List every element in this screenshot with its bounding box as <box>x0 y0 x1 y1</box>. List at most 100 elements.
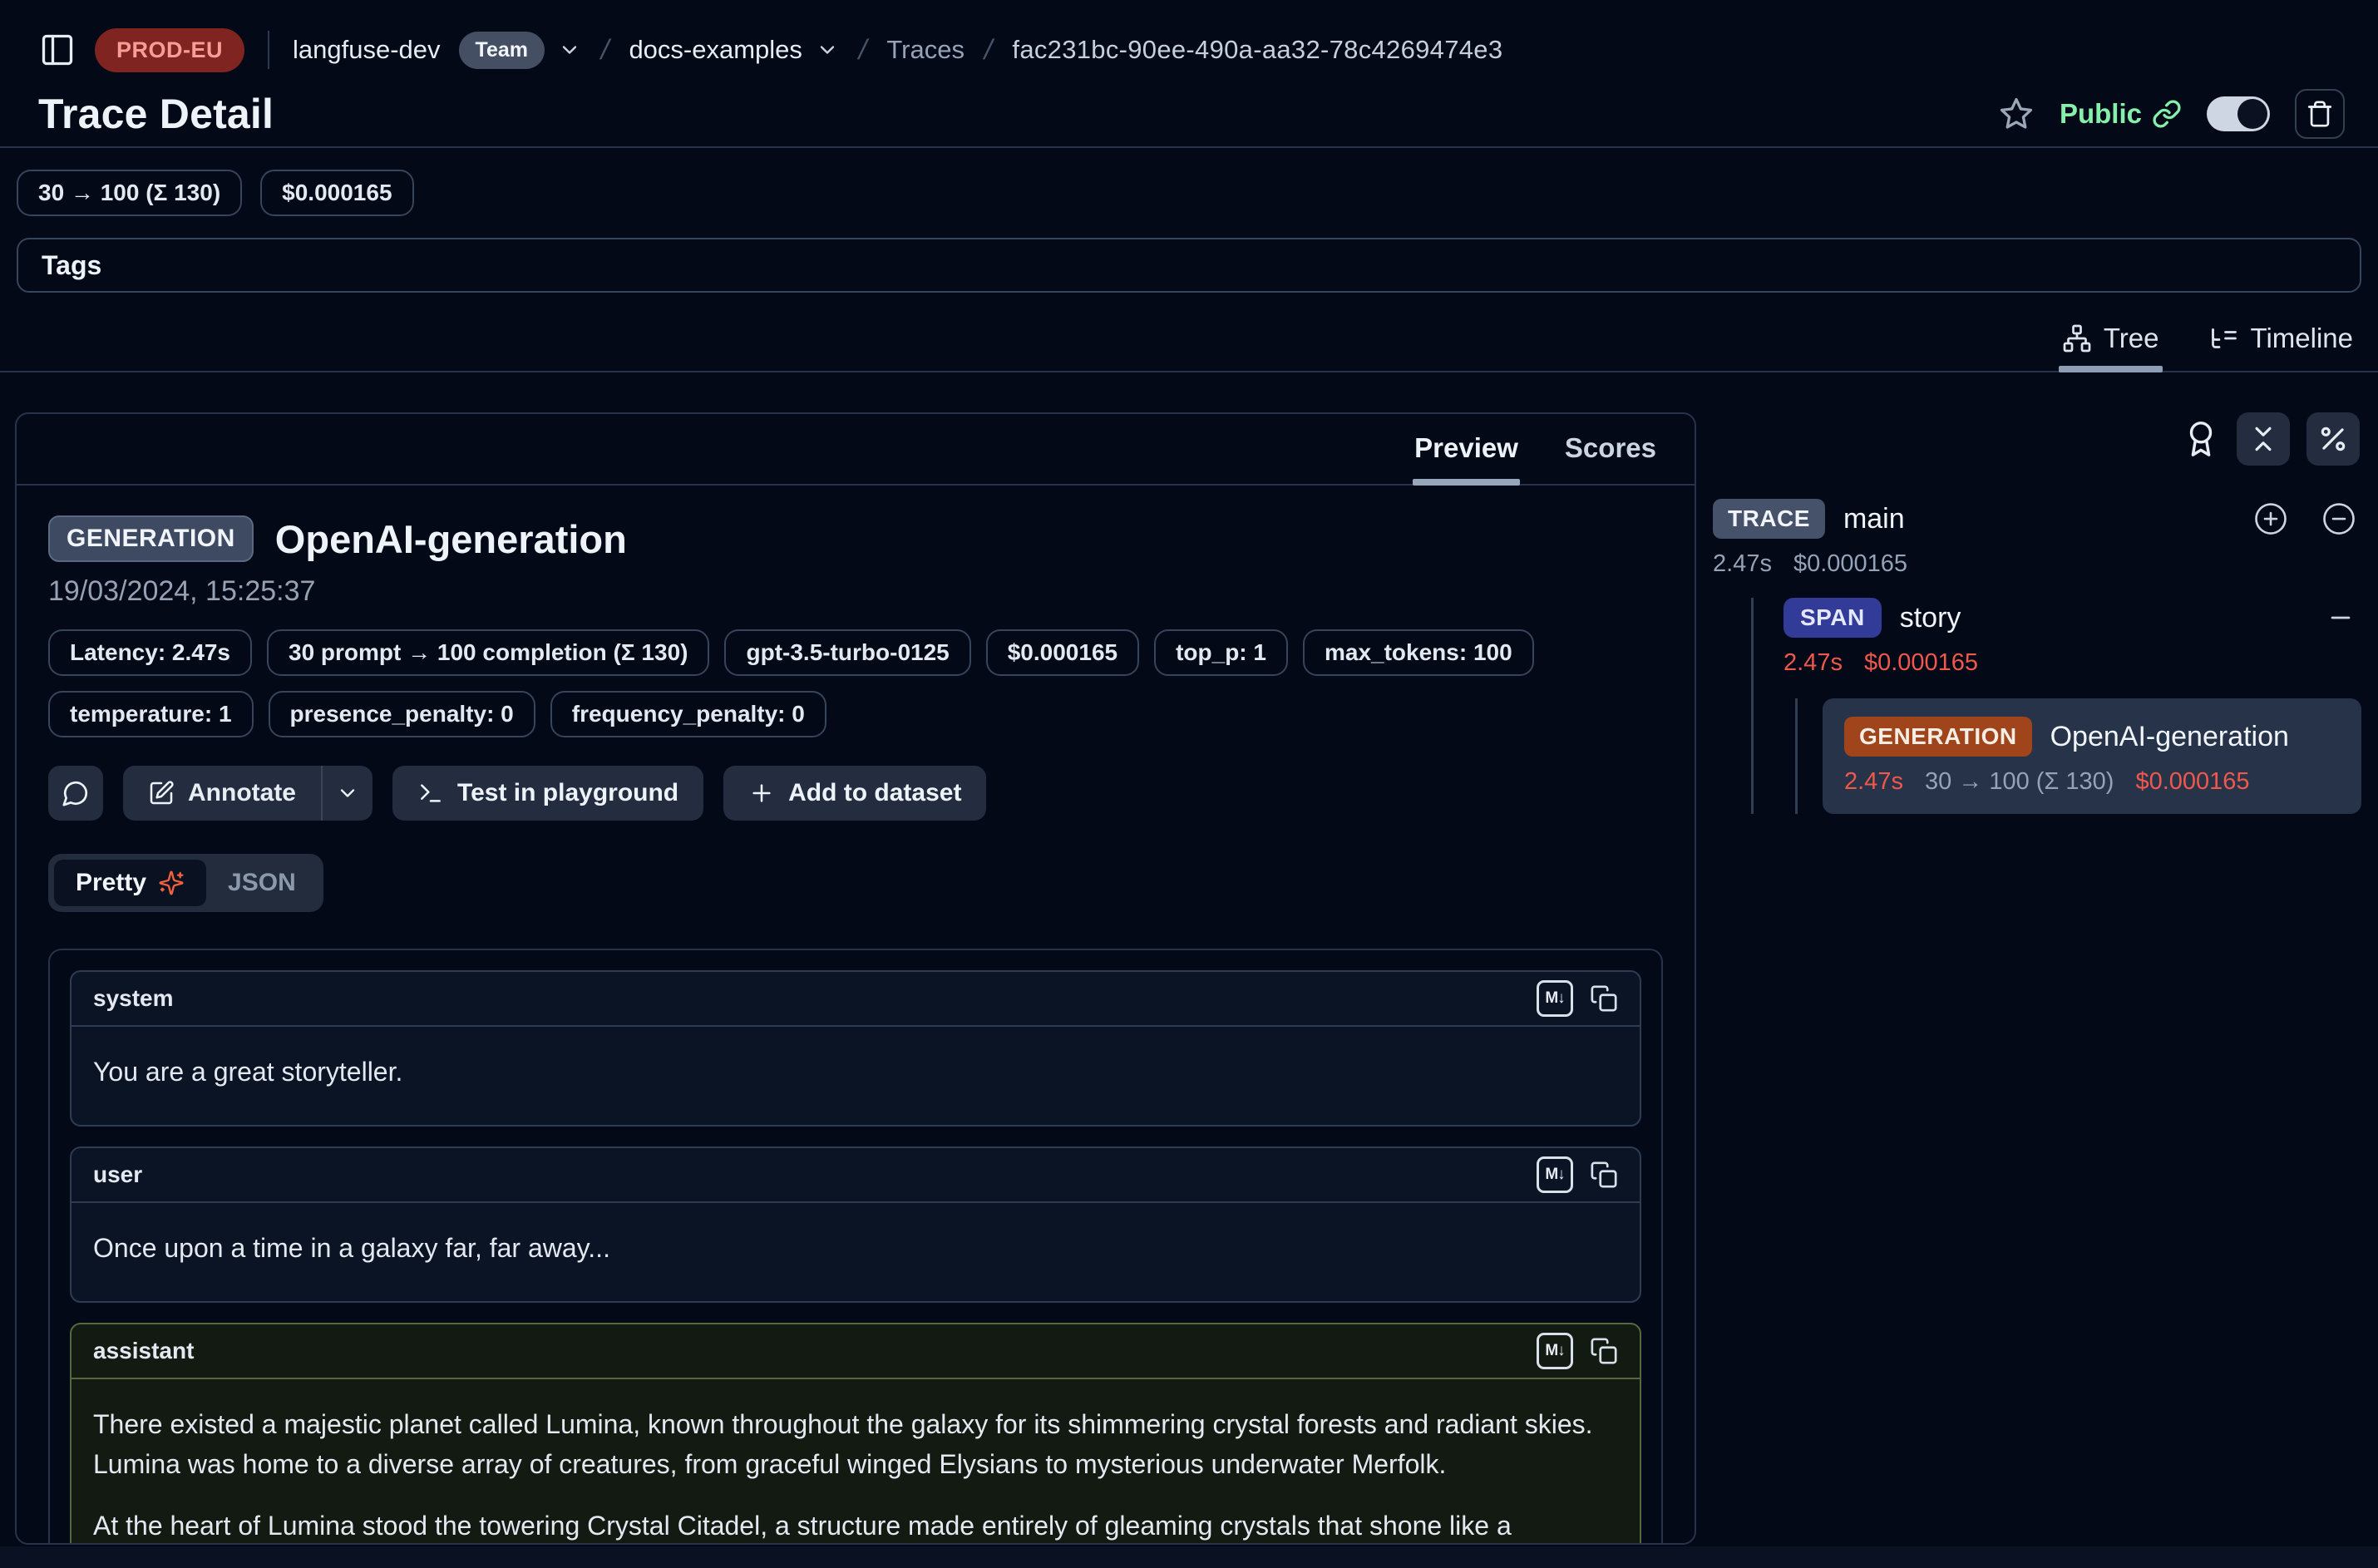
tree-node-trace[interactable]: TRACE main <box>1713 499 2361 539</box>
generation-cost: $0.000165 <box>2135 768 2249 796</box>
plus-icon <box>748 780 775 806</box>
generation-name: OpenAI-generation <box>2050 721 2289 753</box>
trace-type-badge: TRACE <box>1713 499 1825 539</box>
timeline-icon <box>2209 323 2239 353</box>
tab-tree[interactable]: Tree <box>2059 314 2163 371</box>
bottom-edge <box>0 1546 2378 1568</box>
generation-tokens: 30 → 100 (Σ 130) <box>1925 768 2114 796</box>
span-type-badge: SPAN <box>1784 598 1882 638</box>
message-role-label: user <box>93 1161 142 1188</box>
max-tokens-badge: max_tokens: 100 <box>1303 629 1534 676</box>
page-title: Trace Detail <box>38 90 274 138</box>
org-switcher-chevron[interactable] <box>558 38 581 62</box>
latency-badge: Latency: 2.47s <box>48 629 252 676</box>
add-to-dataset-button[interactable]: Add to dataset <box>723 766 986 821</box>
generation-latency: 2.47s <box>1844 768 1903 796</box>
comment-icon <box>62 779 90 807</box>
edit-icon <box>148 780 175 806</box>
toggle-knob <box>2237 99 2267 129</box>
collapse-all-button[interactable] <box>2237 412 2290 466</box>
environment-badge[interactable]: PROD-EU <box>95 28 244 72</box>
tree-node-span[interactable]: SPAN story <box>1784 598 2361 638</box>
award-icon <box>2182 420 2220 458</box>
cost-badge: $0.000165 <box>986 629 1139 676</box>
format-pretty-label: Pretty <box>76 869 146 897</box>
test-in-playground-button[interactable]: Test in playground <box>392 766 703 821</box>
observation-name: OpenAI-generation <box>275 516 627 562</box>
tab-scores[interactable]: Scores <box>1563 414 1658 484</box>
message-content: There existed a majestic planet called L… <box>72 1379 1640 1545</box>
tab-tree-label: Tree <box>2104 323 2159 354</box>
breadcrumb-org[interactable]: langfuse-dev <box>293 35 441 65</box>
project-switcher-chevron[interactable] <box>816 38 839 62</box>
model-badge[interactable]: gpt-3.5-turbo-0125 <box>724 629 970 676</box>
tree-node-generation-selected[interactable]: GENERATION OpenAI-generation 2.47s 30 → … <box>1823 698 2361 814</box>
observation-timestamp: 19/03/2024, 15:25:37 <box>48 575 1663 608</box>
annotation-queue-button[interactable] <box>2182 420 2220 458</box>
chevron-down-icon <box>558 38 581 62</box>
top-p-badge: top_p: 1 <box>1154 629 1288 676</box>
messages-container: system M↓ You are a great storyteller. u… <box>48 949 1663 1545</box>
markdown-toggle-icon[interactable]: M↓ <box>1537 1333 1573 1369</box>
annotate-button[interactable]: Annotate <box>123 766 321 821</box>
expand-all-button[interactable] <box>2253 501 2288 536</box>
collapse-tree-button[interactable] <box>2321 501 2356 536</box>
generation-type-badge: GENERATION <box>1844 717 2032 757</box>
markdown-toggle-icon[interactable]: M↓ <box>1537 980 1573 1017</box>
org-plan-badge: Team <box>459 32 545 69</box>
delete-trace-button[interactable] <box>2295 89 2345 139</box>
format-toggle: Pretty JSON <box>48 854 323 912</box>
trace-latency: 2.47s <box>1713 550 1772 578</box>
breadcrumb-traces-link[interactable]: Traces <box>886 35 965 65</box>
breadcrumb: PROD-EU langfuse-dev Team / docs-example… <box>0 0 2378 76</box>
observation-badges: Latency: 2.47s 30 prompt → 100 completio… <box>48 629 1661 737</box>
public-toggle[interactable] <box>2207 96 2270 131</box>
tab-preview[interactable]: Preview <box>1413 414 1520 484</box>
span-name: story <box>1900 602 1961 634</box>
comment-button[interactable] <box>48 766 103 821</box>
test-in-playground-label: Test in playground <box>457 779 678 807</box>
span-metrics: 2.47s $0.000165 <box>1784 649 2361 677</box>
bookmark-star-button[interactable] <box>1998 96 2035 132</box>
frequency-penalty-badge: frequency_penalty: 0 <box>550 691 826 737</box>
panel-left-icon <box>39 32 76 68</box>
tags-container[interactable]: Tags <box>17 238 2361 293</box>
panel-tabs: Preview Scores <box>17 414 1695 486</box>
format-json-button[interactable]: JSON <box>206 860 318 906</box>
public-label: Public <box>2060 98 2142 130</box>
trace-metrics: 2.47s $0.000165 <box>1713 550 2361 578</box>
copy-icon[interactable] <box>1590 984 1618 1013</box>
sidebar-toggle-button[interactable] <box>38 31 76 69</box>
star-icon <box>1998 96 2035 132</box>
minus-icon <box>2326 604 2355 632</box>
breadcrumb-project[interactable]: docs-examples <box>629 35 802 65</box>
chevron-down-icon <box>816 38 839 62</box>
collapse-node-button[interactable] <box>2326 604 2355 632</box>
plus-circle-icon <box>2253 501 2288 536</box>
breadcrumb-separator: / <box>596 34 614 67</box>
markdown-toggle-icon[interactable]: M↓ <box>1537 1156 1573 1193</box>
toggle-metrics-button[interactable] <box>2306 412 2360 466</box>
span-cost: $0.000165 <box>1864 649 1978 677</box>
tab-timeline[interactable]: Timeline <box>2206 314 2356 371</box>
annotate-menu-button[interactable] <box>323 766 372 821</box>
breadcrumb-trace-id: fac231bc-90ee-490a-aa32-78c4269474e3 <box>1012 35 1502 65</box>
trace-name: main <box>1843 503 1905 535</box>
copy-icon[interactable] <box>1590 1161 1618 1189</box>
trace-cost-badge: $0.000165 <box>260 170 413 216</box>
chevron-down-icon <box>336 782 359 805</box>
copy-icon[interactable] <box>1590 1337 1618 1365</box>
trace-tree-panel: TRACE main 2.47s $0.000165 SPAN story <box>1713 412 2361 814</box>
annotate-split-button: Annotate <box>123 766 372 821</box>
annotate-label: Annotate <box>188 779 296 807</box>
add-to-dataset-label: Add to dataset <box>788 779 961 807</box>
message-role-label: system <box>93 985 174 1012</box>
minus-circle-icon <box>2321 501 2356 536</box>
format-pretty-button[interactable]: Pretty <box>54 860 206 906</box>
trash-icon <box>2306 100 2334 128</box>
message-content: Once upon a time in a galaxy far, far aw… <box>72 1203 1640 1301</box>
generation-metrics: 2.47s 30 → 100 (Σ 130) $0.000165 <box>1844 768 2340 796</box>
span-latency: 2.47s <box>1784 649 1843 677</box>
link-icon <box>2152 99 2182 129</box>
public-link[interactable]: Public <box>2060 98 2182 130</box>
